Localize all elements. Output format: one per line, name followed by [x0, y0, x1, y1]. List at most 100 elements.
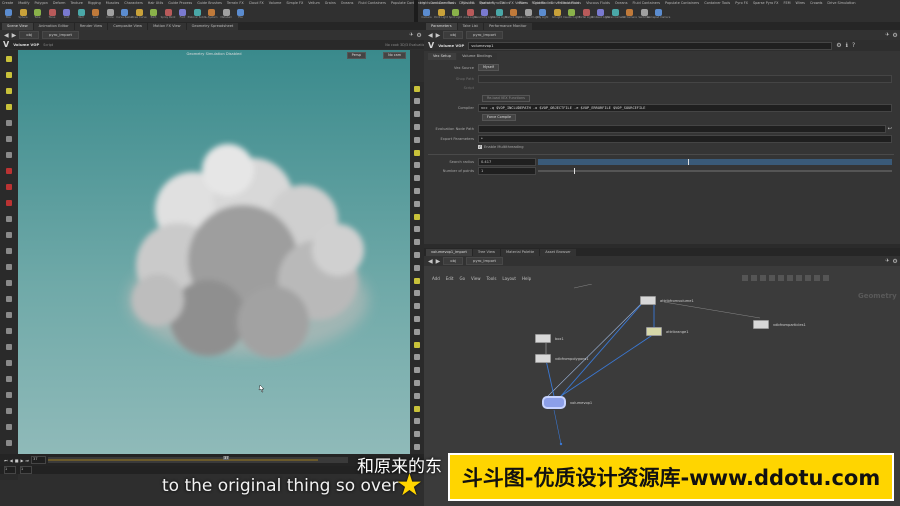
tool-geometry-light[interactable]: Geometry Light — [474, 9, 495, 22]
node-box[interactable] — [753, 320, 769, 329]
transform-icon[interactable] — [4, 390, 14, 399]
tab-volumevop1-import[interactable]: volumevop1_import — [426, 248, 472, 256]
info-icon[interactable] — [412, 404, 422, 413]
search-radius-field[interactable]: 0.417 — [478, 158, 536, 166]
tool-vr-camera[interactable]: VR Camera — [622, 9, 637, 22]
force-compile-button[interactable]: Force Compile — [482, 114, 517, 121]
net-path-pyro[interactable]: pyro_import — [466, 257, 503, 265]
menu-view[interactable]: View — [471, 276, 481, 281]
snap-icon[interactable] — [4, 278, 14, 287]
shelf-tab-oceans[interactable]: Oceans — [341, 1, 354, 8]
tool-curve-bezier[interactable]: Curve Bezier — [116, 9, 133, 22]
tab-material-palette[interactable]: Material Palette — [501, 248, 540, 256]
step-forward-icon[interactable]: ⏭ — [26, 458, 30, 463]
shelf-tab-particles[interactable]: Particles — [480, 1, 494, 8]
red-sphere-icon[interactable] — [4, 182, 14, 191]
node-box[interactable] — [542, 396, 566, 409]
select-icon[interactable] — [4, 54, 14, 63]
bookmark-icon[interactable] — [412, 417, 422, 426]
node-attribfromvolume1[interactable]: attribfromvolume1 — [640, 296, 694, 305]
align-icon[interactable] — [769, 275, 775, 281]
measure-icon[interactable] — [4, 246, 14, 255]
tool-volume-light[interactable]: Volume Light — [491, 9, 507, 22]
tool-circle[interactable]: Circle — [104, 9, 117, 22]
settings-icon[interactable] — [412, 442, 422, 451]
shelf-tab-fluid-containers[interactable]: Fluid Containers — [358, 1, 386, 8]
node-volumevop1[interactable]: volumevop1 — [542, 396, 592, 409]
dependency-icon[interactable] — [814, 275, 820, 281]
grid-icon[interactable] — [4, 326, 14, 335]
node-box1[interactable]: box1 — [535, 334, 564, 343]
shaded-icon[interactable] — [412, 110, 422, 119]
shelf-tab-muscles[interactable]: Muscles — [106, 1, 120, 8]
shape-palette-icon[interactable] — [805, 275, 811, 281]
shelf-tab-grains[interactable]: Grains — [325, 1, 336, 8]
subtab-volume-bindings[interactable]: Volume Bindings — [457, 53, 498, 60]
stereo-icon[interactable] — [412, 327, 422, 336]
menu-edit[interactable]: Edit — [446, 276, 454, 281]
tool-caustic-light[interactable]: Caustic Light — [563, 9, 580, 22]
tab-take-list[interactable]: Take List — [457, 22, 483, 30]
shelf-tab-vellum[interactable]: Vellum — [308, 1, 319, 8]
layout-icon[interactable] — [751, 275, 757, 281]
stop-icon[interactable]: ■ — [15, 458, 19, 463]
frame-field[interactable]: 37 — [31, 456, 47, 464]
shelf-tab-polygon[interactable]: Polygon — [35, 1, 48, 8]
shelf-tab-lights-and-cameras[interactable]: Lights and Cameras — [420, 1, 454, 8]
tool-camera[interactable]: Camera — [420, 9, 433, 22]
align-icon[interactable] — [4, 374, 14, 383]
export-params-field[interactable]: * — [478, 135, 892, 143]
render-icon[interactable] — [412, 263, 422, 272]
view-icon[interactable] — [4, 230, 14, 239]
path-obj[interactable]: obj — [19, 31, 40, 39]
particle-icon[interactable] — [412, 366, 422, 375]
play-reverse-icon[interactable]: ⏮ — [4, 458, 8, 463]
tool-grid[interactable]: Grid — [60, 9, 73, 22]
param-gear-icon[interactable]: ⚙ — [892, 32, 897, 39]
pane-divider[interactable] — [414, 0, 418, 22]
sticky-note-icon[interactable] — [787, 275, 793, 281]
ghost-icon[interactable] — [412, 186, 422, 195]
point-display-icon[interactable] — [412, 148, 422, 157]
tab-asset-browser[interactable]: Asset Browser — [540, 248, 576, 256]
tool-l-system[interactable]: L-System — [205, 9, 218, 22]
network-box-icon[interactable] — [778, 275, 784, 281]
tab-performance-monitor[interactable]: Performance Monitor — [483, 22, 532, 30]
node-settings-icon[interactable]: ⚙ — [836, 42, 841, 49]
path-pyro-import[interactable]: pyro_import — [42, 31, 79, 39]
flip-icon[interactable] — [4, 358, 14, 367]
shelf-tab-modify[interactable]: Modify — [18, 1, 29, 8]
safe-area-icon[interactable] — [412, 314, 422, 323]
shelf-tab-characters[interactable]: Characters — [124, 1, 143, 8]
node-name-field[interactable]: volumevop1 — [468, 41, 833, 50]
node-info-icon[interactable]: ℹ — [846, 42, 848, 49]
shelf-tab-deform[interactable]: Deform — [53, 1, 66, 8]
node-vdbfromparticles1[interactable]: vdbfromparticles1 — [753, 320, 806, 329]
red-sphere-icon[interactable] — [4, 198, 14, 207]
tool-environment-light[interactable]: Environment Light — [516, 9, 540, 22]
timeline-track[interactable]: 37 — [48, 456, 349, 463]
tool-torus[interactable]: Torus — [46, 9, 59, 22]
move-icon[interactable] — [4, 70, 14, 79]
volume-icon[interactable] — [412, 378, 422, 387]
hud-icon[interactable] — [412, 302, 422, 311]
display-options-icon[interactable] — [412, 84, 422, 93]
tab-motion-fx-view[interactable]: Motion FX View — [148, 22, 186, 30]
multithreading-checkbox[interactable]: ✓ — [478, 145, 482, 149]
tool-gamepad-camera[interactable]: Gamepad Camera — [647, 9, 670, 22]
tool-point-light[interactable]: Point Light — [434, 9, 448, 22]
link-icon[interactable] — [412, 430, 422, 439]
3d-viewport[interactable]: Geometry Simulation Disabled Persp No ca… — [18, 50, 410, 474]
num-points-handle[interactable] — [574, 168, 575, 174]
tab-composite-view[interactable]: Composite View — [108, 22, 148, 30]
shelf-tab-pyro-fx[interactable]: Pyro FX — [735, 1, 748, 8]
shop-path-field[interactable] — [478, 75, 892, 83]
reload-vex-button[interactable]: Re-load VEX Functions — [482, 95, 530, 102]
eval-path-arrow-icon[interactable]: ↩ — [888, 126, 892, 132]
node-vdbfrompolygons1[interactable]: vdbfrompolygons1 — [535, 354, 589, 363]
shelf-tab-vellum[interactable]: Vellum — [515, 1, 526, 8]
menu-add[interactable]: Add — [432, 276, 440, 281]
magnet-icon[interactable] — [4, 262, 14, 271]
snap-icon[interactable] — [760, 275, 766, 281]
tool-line[interactable]: Line — [89, 9, 102, 22]
